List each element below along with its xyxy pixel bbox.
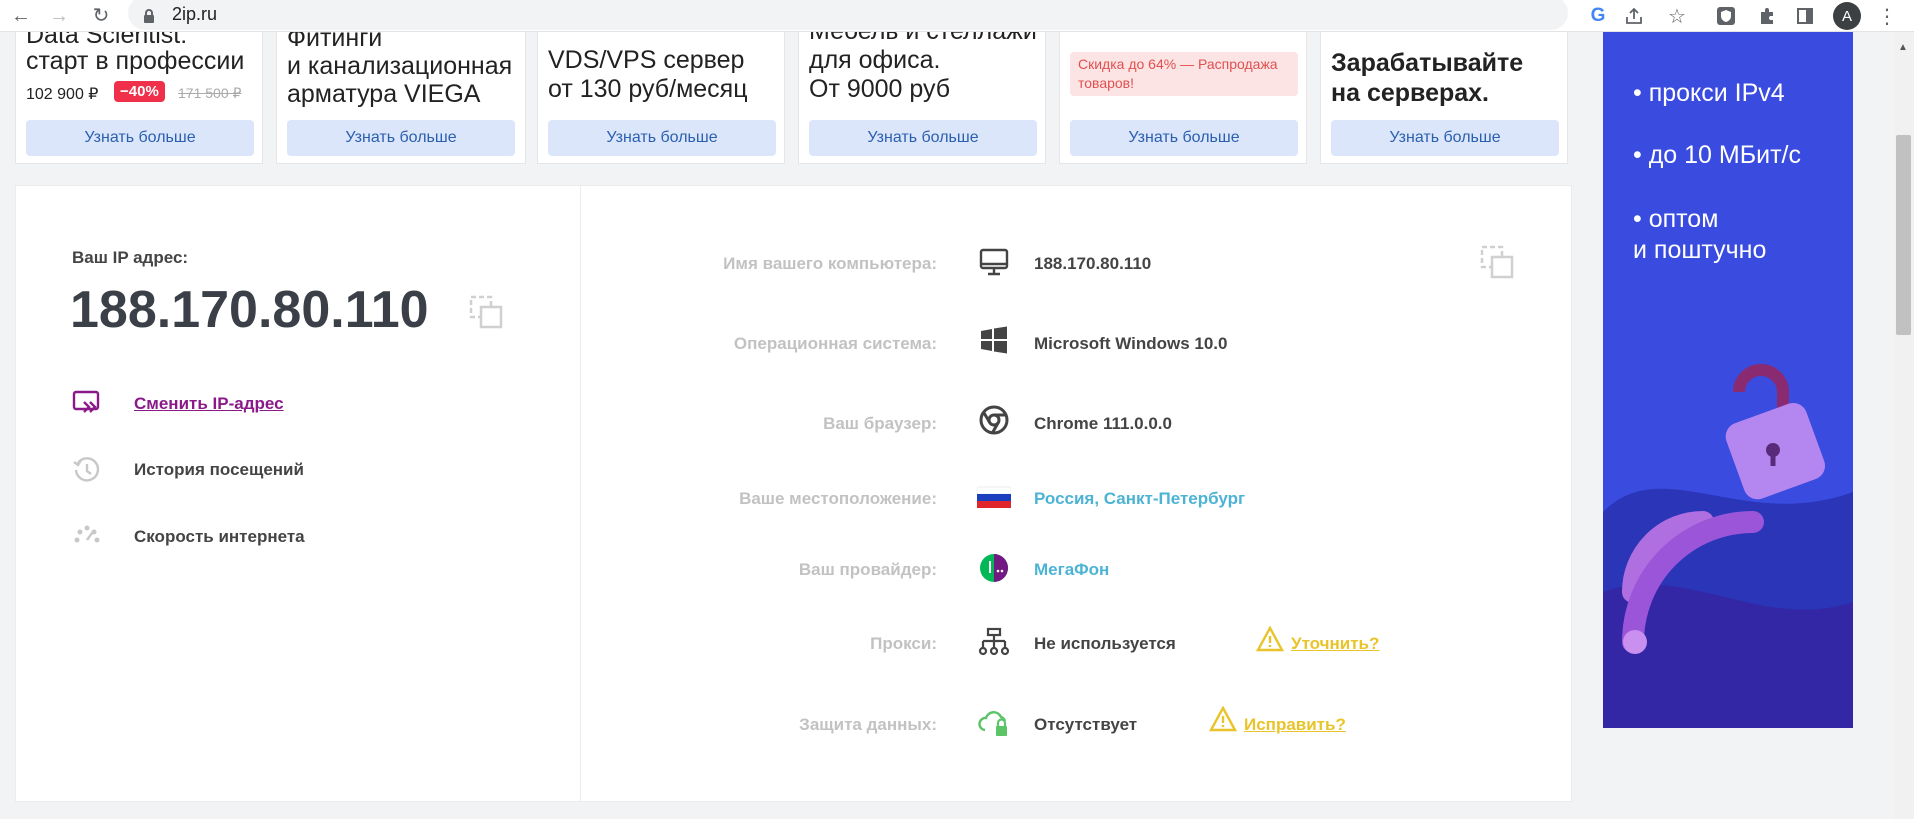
learn-more-button[interactable]: Узнать больше: [809, 120, 1037, 156]
history-icon[interactable]: [72, 455, 102, 485]
browser-toolbar: ← → ↻ 2ip.ru G ☆ A ⋮: [0, 0, 1914, 32]
browser-label: Ваш браузер:: [823, 414, 937, 433]
address-bar[interactable]: [128, 0, 1568, 30]
ad-title-line: арматура VIEGA: [287, 80, 481, 108]
ad-title-line: и канализационная: [287, 52, 513, 80]
sale-badge: Скидка до 64% — Распродажа товаров!: [1070, 52, 1298, 96]
provider-label: Ваш провайдер:: [798, 560, 937, 579]
os-label: Операционная система:: [733, 334, 937, 353]
learn-more-button[interactable]: Узнать больше: [1070, 120, 1298, 156]
forward-icon[interactable]: →: [46, 3, 72, 29]
extensions-puzzle-icon[interactable]: [1755, 4, 1779, 28]
data-protection-label: Защита данных:: [799, 715, 937, 734]
banner-line: • до 10 МБит/с: [1633, 141, 1801, 169]
banner-line: • оптом: [1633, 205, 1719, 233]
ip-label: Ваш IP адрес:: [72, 248, 189, 267]
ad-title-line: От 9000 руб: [809, 75, 951, 103]
banner-line: • прокси IPv4: [1633, 79, 1785, 107]
ad-card-2[interactable]: Фитинги и канализационная арматура VIEGA…: [276, 32, 526, 164]
ad-title-line: старт в профессии: [26, 47, 245, 75]
data-protection-value: Отсутствует: [1034, 715, 1138, 734]
shield-extension-icon[interactable]: [1714, 4, 1738, 28]
fix-protection-link[interactable]: Исправить?: [1244, 715, 1346, 735]
change-ip-link[interactable]: Сменить IP-адрес: [134, 394, 284, 414]
windows-icon: [981, 326, 1007, 354]
browser-value: Chrome 111.0.0.0: [1034, 414, 1172, 433]
network-icon: [978, 627, 1010, 656]
ad-title-line: VDS/VPS сервер: [548, 46, 745, 74]
change-ip-icon[interactable]: [72, 390, 102, 418]
megafon-icon: [980, 554, 1008, 582]
ad-card-6[interactable]: Зарабатывайте на серверах. Узнать больше: [1320, 32, 1568, 164]
share-icon[interactable]: [1622, 4, 1646, 28]
lock-icon: [144, 9, 154, 23]
learn-more-button[interactable]: Узнать больше: [548, 120, 776, 156]
back-icon[interactable]: ←: [8, 3, 34, 29]
ad-title-line: Фитинги: [287, 32, 383, 52]
learn-more-button[interactable]: Узнать больше: [26, 120, 254, 156]
location-link[interactable]: Россия, Санкт-Петербург: [1034, 489, 1245, 509]
ad-card-1[interactable]: Data Scientist: старт в профессии 102 90…: [15, 32, 263, 164]
google-icon[interactable]: G: [1586, 4, 1610, 28]
speedometer-icon[interactable]: [72, 524, 102, 544]
speed-link[interactable]: Скорость интернета: [134, 527, 305, 547]
computer-name-value: 188.170.80.110: [1034, 254, 1152, 273]
ad-old-price: 171 500 ₽: [178, 85, 242, 101]
ad-title-line: на серверах.: [1331, 79, 1489, 107]
ad-title-line: Зарабатывайте: [1331, 49, 1524, 77]
ad-price: 102 900 ₽: [26, 86, 99, 103]
copy-icon[interactable]: [1479, 244, 1515, 280]
panel-divider: [580, 185, 581, 802]
chrome-icon: [979, 405, 1009, 435]
reload-icon[interactable]: ↻: [88, 3, 114, 29]
banner-line: и поштучно: [1633, 236, 1767, 264]
warning-icon: [1256, 626, 1284, 652]
provider-link[interactable]: МегаФон: [1034, 560, 1109, 580]
warning-icon: [1209, 706, 1237, 732]
proxy-banner-ad[interactable]: • прокси IPv4 • до 10 МБит/с • оптом и п…: [1603, 32, 1853, 728]
ad-title-line: от 130 руб/месяц: [548, 75, 748, 103]
cloud-lock-icon: [978, 711, 1007, 736]
copy-icon[interactable]: [468, 294, 504, 330]
menu-kebab-icon[interactable]: ⋮: [1875, 4, 1899, 28]
ad-title-line: Мебель и стеллажи: [809, 32, 1037, 46]
profile-avatar[interactable]: A: [1833, 2, 1861, 30]
scrollbar-thumb[interactable]: [1896, 135, 1911, 335]
ad-title-line: для офиса.: [809, 46, 941, 74]
side-panel-icon[interactable]: [1793, 4, 1817, 28]
discount-badge: −40%: [114, 81, 165, 102]
os-value: Microsoft Windows 10.0: [1034, 334, 1228, 353]
ip-address: 188.170.80.110: [70, 281, 429, 339]
history-link[interactable]: История посещений: [134, 460, 304, 480]
scroll-up-arrow-icon[interactable]: ▲: [1898, 42, 1908, 53]
clarify-proxy-link[interactable]: Уточнить?: [1291, 634, 1379, 654]
ad-card-3[interactable]: VDS/VPS сервер от 130 руб/месяц Узнать б…: [537, 32, 785, 164]
proxy-value: Не используется: [1034, 634, 1176, 653]
banner-illustration: [1603, 364, 1853, 728]
computer-name-label: Имя вашего компьютера:: [723, 254, 937, 273]
learn-more-button[interactable]: Узнать больше: [1331, 120, 1559, 156]
url-text[interactable]: 2ip.ru: [172, 4, 217, 25]
location-label: Ваше местоположение:: [739, 489, 937, 508]
ad-card-5[interactable]: Скидка до 64% — Распродажа товаров! Узна…: [1059, 32, 1307, 164]
proxy-label: Прокси:: [870, 634, 937, 653]
russia-flag-icon: [977, 486, 1011, 508]
learn-more-button[interactable]: Узнать больше: [287, 120, 515, 156]
bookmark-star-icon[interactable]: ☆: [1665, 4, 1689, 28]
ad-card-4[interactable]: Мебель и стеллажи для офиса. От 9000 руб…: [798, 32, 1046, 164]
monitor-icon: [979, 248, 1009, 276]
